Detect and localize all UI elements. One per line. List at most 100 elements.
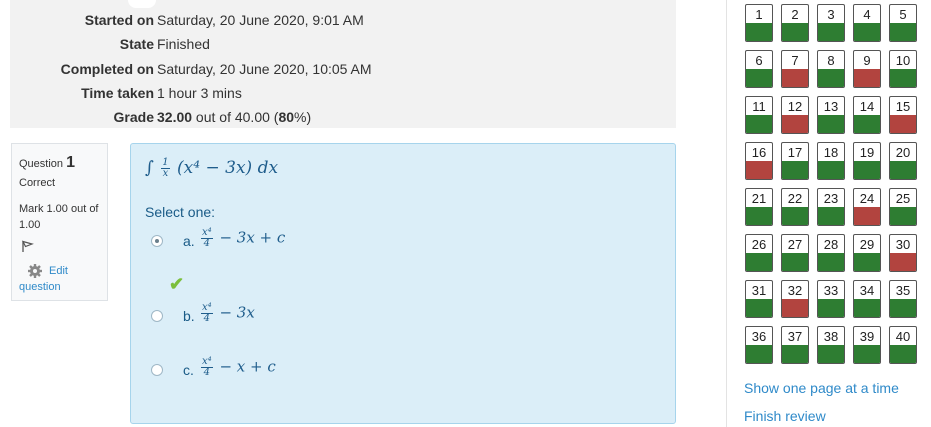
question-nav-status-bar <box>782 23 808 41</box>
question-nav-number: 4 <box>863 7 871 22</box>
radio-selected-icon[interactable] <box>151 235 163 247</box>
question-nav-number: 7 <box>791 53 799 68</box>
summary-value: Finished <box>157 36 210 52</box>
question-nav-button[interactable]: 5 <box>889 4 917 42</box>
question-nav-number: 21 <box>751 191 767 206</box>
question-nav-button[interactable]: 16 <box>745 142 773 180</box>
question-nav-number: 2 <box>791 7 799 22</box>
question-nav-button[interactable]: 21 <box>745 188 773 226</box>
edit-link-text[interactable]: Edit <box>49 263 68 279</box>
question-nav-status-bar <box>890 23 916 41</box>
question-nav-button[interactable]: 20 <box>889 142 917 180</box>
question-nav-button[interactable]: 34 <box>853 280 881 318</box>
question-mark: Mark 1.00 out of 1.00 <box>19 203 99 231</box>
question-nav-number: 10 <box>895 53 911 68</box>
question-nav-status-bar <box>782 253 808 271</box>
fraction-denominator: 4 <box>203 367 211 378</box>
expression-rest: − 3x <box>219 303 255 322</box>
question-nav-button[interactable]: 27 <box>781 234 809 272</box>
question-nav-status-bar <box>746 299 772 317</box>
question-nav-status-bar <box>818 23 844 41</box>
question-nav-button[interactable]: 11 <box>745 96 773 134</box>
question-nav-button[interactable]: 38 <box>817 326 845 364</box>
question-nav-button[interactable]: 31 <box>745 280 773 318</box>
question-nav-button[interactable]: 13 <box>817 96 845 134</box>
question-nav-button[interactable]: 24 <box>853 188 881 226</box>
question-nav-status-bar <box>854 207 880 225</box>
select-prompt: Select one: <box>145 204 216 220</box>
question-nav-status-bar <box>818 207 844 225</box>
question-nav-button[interactable]: 14 <box>853 96 881 134</box>
question-nav-button[interactable]: 15 <box>889 96 917 134</box>
question-nav-status-bar <box>890 253 916 271</box>
question-nav-number: 9 <box>863 53 871 68</box>
question-nav-number: 8 <box>827 53 835 68</box>
question-info: Question 1 Correct Mark 1.00 out of 1.00… <box>11 143 108 301</box>
integral-sign: ∫ <box>145 158 154 178</box>
question-nav-button[interactable]: 23 <box>817 188 845 226</box>
radio-icon[interactable] <box>151 364 163 376</box>
question-nav-number: 29 <box>859 237 875 252</box>
question-number-value: 1 <box>66 154 75 171</box>
question-nav-status-bar <box>854 299 880 317</box>
question-nav-button[interactable]: 10 <box>889 50 917 88</box>
expression-rest: − 3x + c <box>219 228 286 247</box>
show-one-page-link[interactable]: Show one page at a time <box>744 380 899 396</box>
question-nav-button[interactable]: 35 <box>889 280 917 318</box>
question-nav-button[interactable]: 30 <box>889 234 917 272</box>
question-nav-number: 1 <box>755 7 763 22</box>
question-nav-button[interactable]: 18 <box>817 142 845 180</box>
question-nav-number: 5 <box>899 7 907 22</box>
decorative-shape <box>128 0 156 8</box>
question-nav-number: 30 <box>895 237 911 252</box>
question-nav-button[interactable]: 40 <box>889 326 917 364</box>
question-nav-status-bar <box>746 253 772 271</box>
question-nav-button[interactable]: 29 <box>853 234 881 272</box>
answer-letter: c. <box>183 362 194 378</box>
question-nav-button[interactable]: 32 <box>781 280 809 318</box>
question-nav-button[interactable]: 28 <box>817 234 845 272</box>
fraction-denominator: x <box>162 168 169 179</box>
edit-link-text[interactable]: question <box>19 279 61 295</box>
question-nav-status-bar <box>854 253 880 271</box>
question-nav-button[interactable]: 12 <box>781 96 809 134</box>
question-nav-button[interactable]: 2 <box>781 4 809 42</box>
question-nav-button[interactable]: 25 <box>889 188 917 226</box>
fraction-denominator: 4 <box>203 313 211 324</box>
question-nav-status-bar <box>782 115 808 133</box>
question-nav-number: 33 <box>823 283 839 298</box>
question-nav-number: 15 <box>895 99 911 114</box>
question-nav-status-bar <box>854 23 880 41</box>
summary-value: 1 hour 3 mins <box>157 85 242 101</box>
question-nav-number: 11 <box>752 99 766 114</box>
question-nav-button[interactable]: 39 <box>853 326 881 364</box>
fraction: x⁴ 4 <box>201 357 213 378</box>
question-nav-button[interactable]: 3 <box>817 4 845 42</box>
question-nav-number: 39 <box>859 329 875 344</box>
question-nav-button[interactable]: 1 <box>745 4 773 42</box>
radio-icon[interactable] <box>151 310 163 322</box>
question-nav-button[interactable]: 36 <box>745 326 773 364</box>
question-nav-button[interactable]: 33 <box>817 280 845 318</box>
question-number: Question 1 <box>19 154 75 172</box>
flag-icon[interactable] <box>21 240 34 256</box>
question-nav-button[interactable]: 8 <box>817 50 845 88</box>
grade-percent: 80 <box>278 109 295 125</box>
question-nav-button[interactable]: 7 <box>781 50 809 88</box>
question-nav-button[interactable]: 19 <box>853 142 881 180</box>
question-nav-button[interactable]: 6 <box>745 50 773 88</box>
expression-rest: − x + c <box>219 357 276 376</box>
question-nav-button[interactable]: 22 <box>781 188 809 226</box>
question-nav-button[interactable]: 4 <box>853 4 881 42</box>
summary-row-completed: Completed on Saturday, 20 June 2020, 10:… <box>10 57 676 81</box>
question-text: ∫ 1x (x⁴ − 3x) dx <box>145 158 278 179</box>
question-nav-button[interactable]: 17 <box>781 142 809 180</box>
question-nav-button[interactable]: 9 <box>853 50 881 88</box>
question-nav-number: 40 <box>895 329 911 344</box>
answer-letter: a. <box>183 233 195 249</box>
question-nav-number: 12 <box>787 99 803 114</box>
question-nav-status-bar <box>818 161 844 179</box>
question-nav-button[interactable]: 37 <box>781 326 809 364</box>
finish-review-link[interactable]: Finish review <box>744 408 826 424</box>
question-nav-button[interactable]: 26 <box>745 234 773 272</box>
